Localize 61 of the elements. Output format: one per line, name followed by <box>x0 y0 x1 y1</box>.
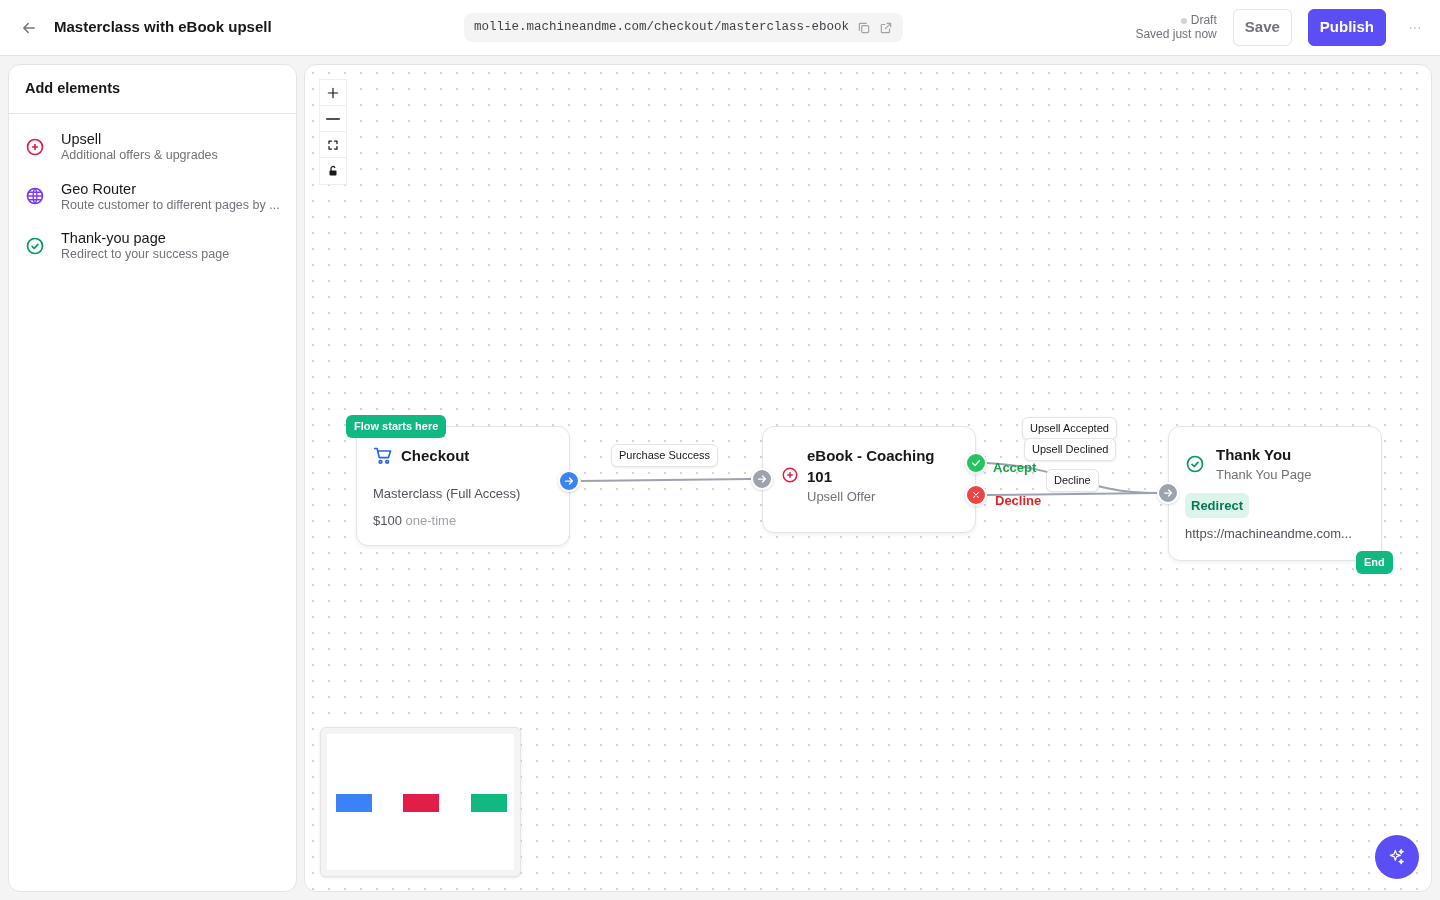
node-subtitle: Masterclass (Full Access) <box>373 484 522 503</box>
element-title: Geo Router <box>61 179 137 198</box>
accept-handle[interactable] <box>965 452 987 474</box>
check-circle-icon <box>1185 454 1205 475</box>
url-field[interactable]: mollie.machineandme.com/checkout/masterclass-ebook <box>463 13 903 42</box>
redirect-url: https://machineandme.com... <box>1185 525 1353 543</box>
node-title: eBook - Coaching 101 <box>807 446 936 487</box>
copy-icon <box>857 20 871 35</box>
output-handle[interactable] <box>558 470 580 492</box>
edge-label: Upsell Declined <box>1024 438 1117 461</box>
input-handle[interactable] <box>1157 482 1179 504</box>
plus-circle-icon <box>25 136 45 157</box>
cart-icon <box>373 446 393 467</box>
start-badge: Flow starts here <box>346 415 447 438</box>
node-subtitle: Upsell Offer <box>807 488 877 506</box>
plus-icon <box>326 85 340 100</box>
node-title: Checkout <box>401 446 470 466</box>
branch-label: Accept <box>993 459 1037 477</box>
arrow-right-icon <box>756 473 768 485</box>
arrow-right-icon <box>563 475 575 487</box>
element-item[interactable]: Geo Router Route customer to different pages by ... <box>9 171 296 222</box>
node-subtitle: Thank You Page <box>1216 466 1312 484</box>
input-handle[interactable] <box>751 468 773 490</box>
save-status: Saved just now <box>1135 27 1217 42</box>
decline-handle[interactable] <box>965 484 987 506</box>
page-title: Masterclass with eBook upsell <box>54 17 272 38</box>
redirect-tag: Redirect <box>1185 492 1250 518</box>
status-text: Draft <box>1190 13 1217 28</box>
plus-circle-icon <box>781 466 799 485</box>
edge-label: Purchase Success <box>611 444 719 467</box>
element-title: Upsell <box>61 129 103 148</box>
node-price: $100 one-time <box>373 512 458 530</box>
lock-icon <box>327 165 339 177</box>
status-dot <box>1180 17 1187 24</box>
edge-label: Decline <box>1046 469 1099 492</box>
external-link-icon <box>879 20 893 35</box>
check-circle-icon <box>25 236 45 257</box>
globe-icon <box>25 186 45 207</box>
node-title: Thank You <box>1216 445 1293 465</box>
publish-button[interactable]: Publish <box>1307 9 1386 46</box>
check-icon <box>970 457 982 469</box>
sparkle-icon <box>1387 847 1407 867</box>
ai-assistant-button[interactable] <box>1375 835 1419 879</box>
edge-label: Upsell Accepted <box>1022 417 1117 440</box>
end-badge: End <box>1356 551 1393 574</box>
flow-node-card[interactable]: eBook - Coaching 101 Upsell Offer <box>762 426 976 533</box>
element-description: Redirect to your success page <box>61 247 230 263</box>
branch-label: Decline <box>995 492 1042 510</box>
save-button[interactable]: Save <box>1232 9 1292 46</box>
url-text: mollie.machineandme.com/checkout/masterclass-ebook <box>473 19 849 37</box>
close-icon <box>971 490 981 500</box>
arrow-right-icon <box>1162 487 1174 499</box>
element-item[interactable]: Upsell Additional offers & upgrades <box>9 121 296 172</box>
element-title: Thank-you page <box>61 229 167 248</box>
element-item[interactable]: Thank-you page Redirect to your success page <box>9 221 296 271</box>
minus-icon <box>326 117 340 120</box>
more-icon <box>1410 27 1420 30</box>
fullscreen-icon <box>327 138 339 151</box>
element-description: Additional offers & upgrades <box>61 147 218 164</box>
sidebar-title: Add elements <box>25 80 121 96</box>
element-description: Route customer to different pages by ... <box>61 197 280 214</box>
